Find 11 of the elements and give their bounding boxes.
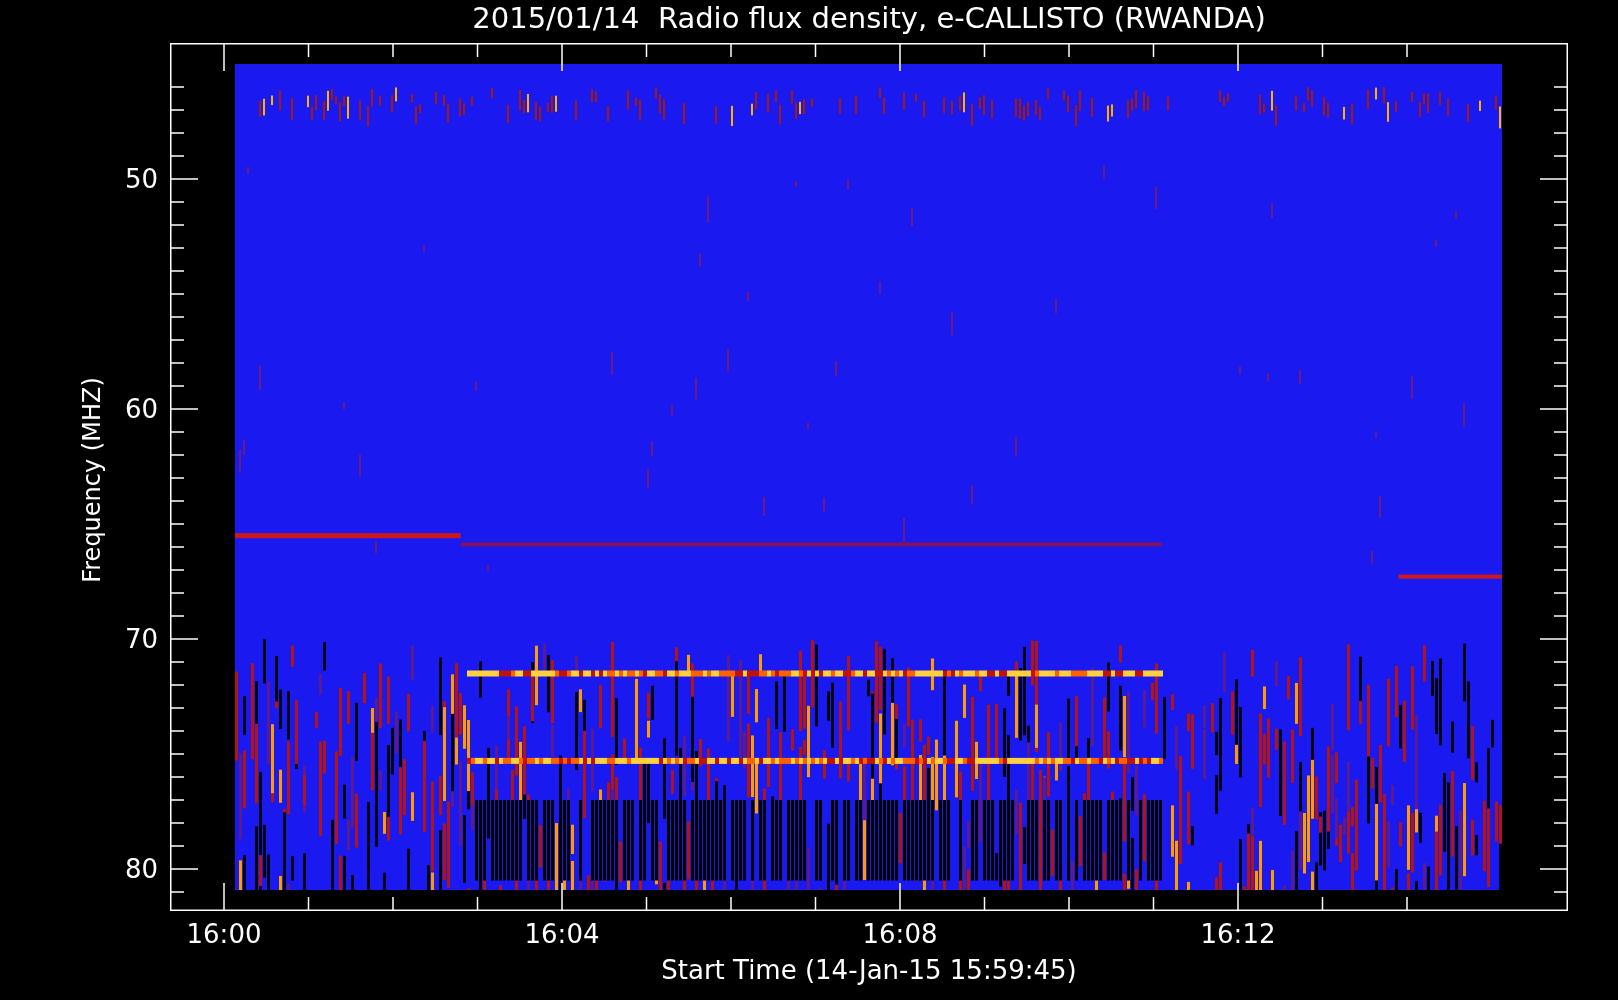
y-tick-label: 60 <box>124 394 158 424</box>
x-axis-title: Start Time (14-Jan-15 15:59:45) <box>661 955 1077 987</box>
y-tick-label: 80 <box>124 854 158 884</box>
y-tick-label: 70 <box>124 624 158 654</box>
chart-title: 2015/01/14 Radio flux density, e-CALLISTO (RWANDA) <box>472 0 1266 36</box>
y-tick-label: 50 <box>124 164 158 194</box>
x-tick-label: 16:00 <box>186 919 262 949</box>
x-tick-label: 16:08 <box>862 919 938 949</box>
x-tick-label: 16:04 <box>524 919 600 949</box>
y-axis-title: Frequency (MHZ) <box>78 377 106 583</box>
x-tick-label: 16:12 <box>1200 919 1276 949</box>
